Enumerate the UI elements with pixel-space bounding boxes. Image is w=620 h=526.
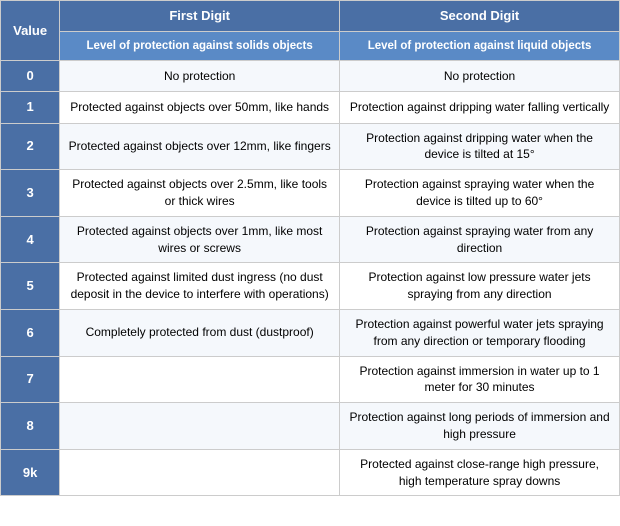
- solid-protection-cell: Protected against objects over 50mm, lik…: [60, 92, 340, 123]
- table-row: 7 Protection against immersion in water u…: [1, 356, 620, 403]
- table-row: 0No protectionNo protection: [1, 61, 620, 92]
- value-cell: 0: [1, 61, 60, 92]
- value-cell: 3: [1, 170, 60, 217]
- ip-rating-table: Value First Digit Second Digit Level of …: [0, 0, 620, 496]
- value-cell: 2: [1, 123, 60, 170]
- liquid-protection-cell: Protection against immersion in water up…: [340, 356, 620, 403]
- solids-sub-header: Level of protection against solids objec…: [60, 32, 340, 61]
- solid-protection-cell: No protection: [60, 61, 340, 92]
- value-header: Value: [1, 1, 60, 61]
- liquid-protection-cell: Protection against dripping water fallin…: [340, 92, 620, 123]
- table-row: 1Protected against objects over 50mm, li…: [1, 92, 620, 123]
- liquid-protection-cell: No protection: [340, 61, 620, 92]
- liquid-protection-cell: Protection against spraying water when t…: [340, 170, 620, 217]
- value-cell: 4: [1, 216, 60, 263]
- liquid-protection-cell: Protection against low pressure water je…: [340, 263, 620, 310]
- table-row: 3Protected against objects over 2.5mm, l…: [1, 170, 620, 217]
- liquids-sub-header: Level of protection against liquid objec…: [340, 32, 620, 61]
- value-cell: 1: [1, 92, 60, 123]
- table-row: 5Protected against limited dust ingress …: [1, 263, 620, 310]
- liquid-protection-cell: Protection against spraying water from a…: [340, 216, 620, 263]
- liquid-protection-cell: Protection against dripping water when t…: [340, 123, 620, 170]
- table-row: 6Completely protected from dust (dustpro…: [1, 310, 620, 357]
- value-cell: 9k: [1, 449, 60, 496]
- value-cell: 7: [1, 356, 60, 403]
- solid-protection-cell: [60, 449, 340, 496]
- solid-protection-cell: Protected against limited dust ingress (…: [60, 263, 340, 310]
- value-cell: 5: [1, 263, 60, 310]
- table-row: 9k Protected against close-range high pre…: [1, 449, 620, 496]
- liquid-protection-cell: Protection against long periods of immer…: [340, 403, 620, 450]
- liquid-protection-cell: Protection against powerful water jets s…: [340, 310, 620, 357]
- liquid-protection-cell: Protected against close-range high press…: [340, 449, 620, 496]
- solid-protection-cell: [60, 356, 340, 403]
- table-row: 2Protected against objects over 12mm, li…: [1, 123, 620, 170]
- solid-protection-cell: Protected against objects over 2.5mm, li…: [60, 170, 340, 217]
- table-row: 4Protected against objects over 1mm, lik…: [1, 216, 620, 263]
- table-row: 8 Protection against long periods of imme…: [1, 403, 620, 450]
- solid-protection-cell: [60, 403, 340, 450]
- solid-protection-cell: Completely protected from dust (dustproo…: [60, 310, 340, 357]
- value-cell: 6: [1, 310, 60, 357]
- first-digit-header: First Digit: [60, 1, 340, 32]
- second-digit-header: Second Digit: [340, 1, 620, 32]
- value-cell: 8: [1, 403, 60, 450]
- solid-protection-cell: Protected against objects over 12mm, lik…: [60, 123, 340, 170]
- solid-protection-cell: Protected against objects over 1mm, like…: [60, 216, 340, 263]
